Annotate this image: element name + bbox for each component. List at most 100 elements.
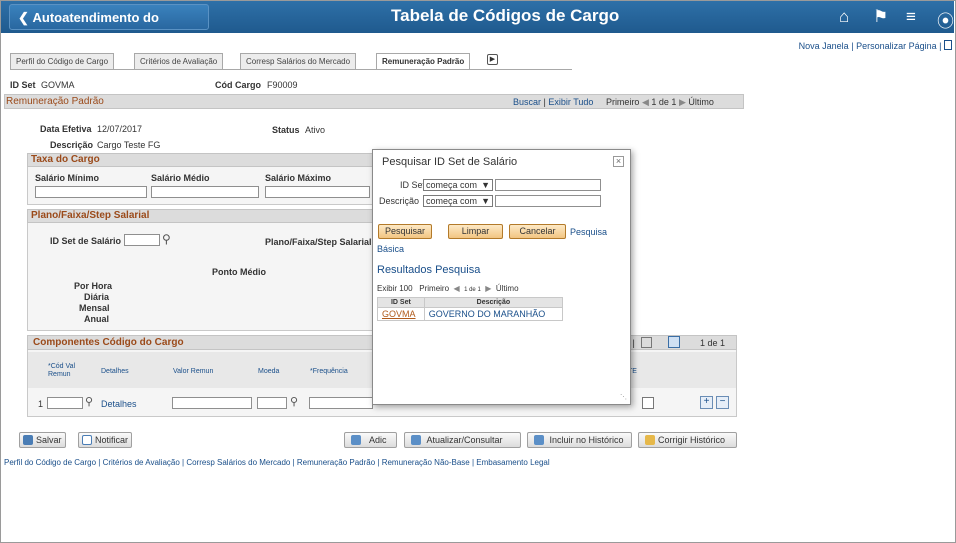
zoom-icon[interactable] (641, 337, 652, 348)
tab-more-icon[interactable]: ▶ (487, 54, 498, 65)
te-checkbox[interactable] (642, 397, 654, 409)
cancel-button[interactable]: Cancelar (509, 224, 566, 239)
save-icon (23, 435, 33, 445)
col-value-header: Valor Remun (173, 368, 214, 375)
modal-desc-label: Descrição (379, 196, 420, 206)
save-label: Salvar (36, 435, 62, 445)
tab-remuneracao[interactable]: Remuneração Padrão (376, 53, 471, 70)
prev-arrow-icon[interactable]: ◀ (642, 97, 649, 107)
add-button[interactable]: Adic (344, 432, 397, 448)
col-frequency-header: *Frequência (310, 368, 348, 375)
grid-icon[interactable] (668, 336, 680, 348)
status-value: Ativo (305, 125, 326, 135)
jobcode-value: F90009 (267, 80, 298, 90)
view-all-link[interactable]: Exibir Tudo (548, 97, 593, 107)
currency-input[interactable] (257, 397, 287, 409)
separator: | (543, 97, 546, 107)
new-window-link[interactable]: Nova Janela (799, 41, 849, 51)
add-icon (351, 435, 361, 445)
next-arrow-icon[interactable]: ▶ (679, 97, 686, 107)
correct-history-label: Corrigir Histórico (658, 435, 726, 445)
setid-label: ID Set (10, 80, 36, 90)
page-icon[interactable] (944, 40, 952, 50)
tab-criterios[interactable]: Critérios de Avaliação (134, 53, 224, 70)
show-100-link[interactable]: Exibir 100 (377, 284, 413, 293)
row-count: 1 de 1 (651, 97, 677, 107)
setid-operator-value: começa com (426, 180, 478, 190)
save-button[interactable]: Salvar (19, 432, 66, 448)
salary-setid-input[interactable] (124, 234, 160, 246)
personalize-page-link[interactable]: Personalizar Página (856, 41, 937, 51)
details-link[interactable]: Detalhes (101, 399, 137, 409)
include-history-button[interactable]: Incluir no Histórico (527, 432, 632, 448)
setid-search-input[interactable] (495, 179, 601, 191)
eff-date-value: 12/07/2017 (97, 124, 143, 134)
chevron-down-icon: ▼ (481, 196, 490, 206)
jobcode-label: Cód Cargo (215, 80, 261, 90)
next-arrow-icon[interactable]: ▶ (485, 284, 491, 293)
update-label: Atualizar/Consultar (426, 435, 503, 445)
notify-button[interactable]: Notificar (78, 432, 133, 448)
first-label: Primeiro (419, 284, 450, 293)
search-button[interactable]: Pesquisar (378, 224, 433, 239)
menu-icon[interactable]: ≡ (906, 7, 916, 27)
search-link[interactable]: Buscar (513, 97, 541, 107)
remuneracao-title: Remuneração Padrão (6, 96, 104, 107)
value-input[interactable] (172, 397, 252, 409)
result-desc-link[interactable]: GOVERNO DO MARANHÃO (423, 307, 564, 321)
clear-button[interactable]: Limpar (448, 224, 503, 239)
basic-search-link-cont[interactable]: Básica (377, 244, 404, 254)
search-modal: Pesquisar ID Set de Salário × ID Set com… (372, 149, 631, 405)
componentes-title: Componentes Código do Cargo (33, 337, 184, 348)
result-setid-link[interactable]: GOVMA (377, 307, 425, 321)
notify-label: Notificar (95, 435, 129, 445)
monthly-label: Mensal (79, 303, 110, 313)
search-lookup-icon[interactable]: ⚲ (85, 395, 93, 408)
frequency-input[interactable] (309, 397, 373, 409)
search-lookup-icon[interactable]: ⚲ (162, 232, 171, 246)
correct-history-button[interactable]: Corrigir Histórico (638, 432, 737, 448)
table-row[interactable]: GOVMA GOVERNO DO MARANHÃO (377, 307, 564, 321)
resize-grip-icon[interactable]: ⋱ (620, 393, 627, 401)
max-salary-input[interactable] (265, 186, 370, 198)
salary-setid-label: ID Set de Salário (50, 236, 122, 246)
chevron-down-icon: ▼ (481, 180, 490, 190)
componentes-count: 1 de 1 (700, 338, 726, 348)
add-row-icon[interactable]: + (700, 396, 713, 409)
chevron-left-icon: ❮ (18, 10, 33, 25)
col-desc-header: Descrição (423, 297, 564, 308)
tab-corresp[interactable]: Corresp Salários do Mercado (240, 53, 357, 70)
min-salary-input[interactable] (35, 186, 147, 198)
results-header-row: ID Set Descrição (377, 297, 564, 308)
mid-salary-label: Salário Médio (151, 173, 210, 183)
home-icon[interactable]: ⌂ (839, 7, 849, 27)
setid-operator-select[interactable]: começa com ▼ (423, 179, 493, 191)
code-input[interactable] (47, 397, 83, 409)
back-button[interactable]: ❮ Autoatendimento do Gerente (9, 4, 209, 51)
hourly-label: Por Hora (74, 281, 113, 291)
taxa-title: Taxa do Cargo (31, 154, 100, 165)
footer-links[interactable]: Perfil do Código de Cargo | Critérios de… (4, 458, 550, 467)
desc-operator-select[interactable]: começa com ▼ (423, 195, 493, 207)
basic-search-link[interactable]: Pesquisa (570, 227, 607, 237)
search-lookup-icon[interactable]: ⚲ (290, 395, 298, 408)
first-label: Primeiro (605, 97, 640, 107)
app-header: ❮ Autoatendimento do Gerente Tabela de C… (1, 1, 954, 51)
navbar-icon[interactable]: ⦿ (937, 7, 954, 32)
row-count: 1 de 1 (464, 287, 481, 293)
close-icon[interactable]: × (613, 156, 624, 167)
separator: | (851, 41, 854, 51)
prev-arrow-icon[interactable]: ◀ (453, 284, 459, 293)
col-details-header: Detalhes (101, 368, 129, 375)
page-title: Tabela de Códigos de Cargo (391, 6, 620, 25)
modal-title: Pesquisar ID Set de Salário (382, 156, 518, 168)
col-currency-header: Moeda (258, 368, 280, 375)
flag-icon[interactable]: ⚑ (873, 7, 888, 27)
setid-value: GOVMA (41, 80, 75, 90)
annual-label: Anual (84, 314, 110, 324)
update-button[interactable]: Atualizar/Consultar (404, 432, 521, 448)
delete-row-icon[interactable]: − (716, 396, 729, 409)
desc-search-input[interactable] (495, 195, 601, 207)
tab-perfil[interactable]: Perfil do Código de Cargo (10, 53, 115, 70)
mid-salary-input[interactable] (151, 186, 259, 198)
